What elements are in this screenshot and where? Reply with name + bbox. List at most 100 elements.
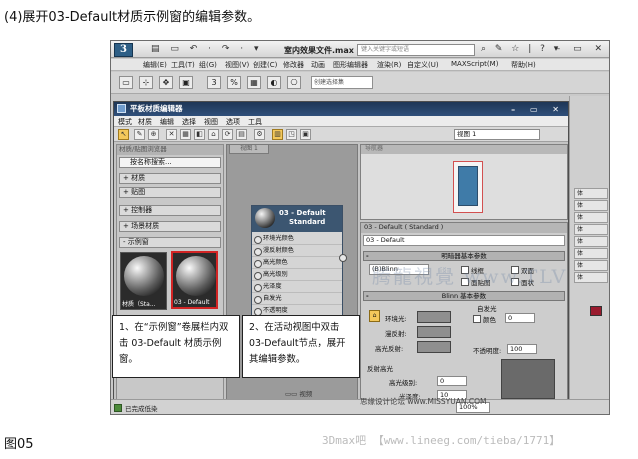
parameter-editor: 03 - Default ( Standard ) 03 - Default -… — [360, 222, 568, 412]
select-scale-icon[interactable]: ▣ — [179, 76, 193, 89]
command-panel-item[interactable]: 体 — [574, 248, 608, 259]
app-logo-icon[interactable]: 3 — [114, 43, 133, 57]
watermark: 腾龍視覺 www.TLVI.NET — [372, 266, 568, 288]
node-slot[interactable]: 环境光颜色 — [252, 234, 342, 245]
move-children-icon[interactable]: ▦ — [180, 129, 191, 140]
menu-customize[interactable]: 自定义(U) — [407, 60, 439, 70]
menu-rendering[interactable]: 渲染(R) — [377, 60, 401, 70]
sme-menu-select[interactable]: 选择 — [182, 117, 196, 127]
ambient-color-swatch[interactable] — [417, 311, 451, 323]
node-slot[interactable]: 自发光 — [252, 294, 342, 305]
select-move-icon[interactable]: ⊹ — [139, 76, 153, 89]
command-panel-item[interactable]: 体 — [574, 200, 608, 211]
menu-graph-editors[interactable]: 图形编辑器 — [333, 60, 368, 70]
sme-menu-bar: 模式 材质 编辑 选择 视图 选项 工具 — [114, 116, 568, 127]
shader-basic-params-rollout[interactable]: - 明暗器基本参数 — [363, 251, 565, 261]
opacity-input[interactable]: 100 — [507, 344, 537, 354]
named-selection-set-select[interactable]: 创建选择集 — [311, 76, 373, 89]
sample-slot-label: 03 - Default — [174, 299, 210, 306]
layout-all-icon[interactable]: ▤ — [236, 129, 247, 140]
info-center-icons[interactable]: ⌕ ✎ ☆ | ? ▾ — [481, 44, 561, 54]
material-node-03-default[interactable]: 03 - Default Standard 环境光颜色 漫反射颜色 高光颜色 高… — [251, 205, 347, 323]
pick-material-icon[interactable]: ✎ — [134, 129, 145, 140]
material-map-browser-icon[interactable]: ▥ — [272, 129, 283, 140]
command-panel-item[interactable]: 体 — [574, 188, 608, 199]
node-title-name: 03 - Default — [279, 209, 326, 217]
max-title-bar: 3 ▤ ▭ ↶ · ↷ · ▾ 室内效果文件.max 键入关键字或短语 ⌕ ✎ … — [111, 41, 609, 58]
select-object-icon[interactable]: ▭ — [119, 76, 133, 89]
put-to-scene-icon[interactable]: ⊕ — [148, 129, 159, 140]
self-illum-value-input[interactable]: 0 — [505, 313, 535, 323]
command-panel-item[interactable]: 体 — [574, 260, 608, 271]
node-slot[interactable]: 高光颜色 — [252, 258, 342, 269]
show-in-viewport-icon[interactable]: ⌂ — [208, 129, 219, 140]
browser-group-scene-materials[interactable]: + 场景材质 — [119, 221, 221, 232]
sme-title-bar: 平板材质编辑器 – ▭ ✕ — [114, 102, 568, 116]
menu-group[interactable]: 组(G) — [199, 60, 217, 70]
navigator-view-frame[interactable] — [453, 161, 483, 213]
lock-icon[interactable]: ⌂ — [369, 310, 380, 322]
browser-group-materials[interactable]: + 材质 — [119, 173, 221, 184]
menu-tools[interactable]: 工具(T) — [171, 60, 195, 70]
callout-step-1: 1、在“示例窗”卷展栏内双击 03-Default 材质示例窗。 — [112, 315, 240, 378]
menu-help[interactable]: 帮助(H) — [511, 60, 536, 70]
delete-icon[interactable]: ✕ — [166, 129, 177, 140]
command-panel-item[interactable]: 体 — [574, 236, 608, 247]
self-illum-color-checkbox[interactable]: 颜色 — [473, 314, 496, 324]
command-panel-item[interactable]: 体 — [574, 272, 608, 283]
sme-menu-utilities[interactable]: 工具 — [248, 117, 262, 127]
blinn-basic-params-rollout[interactable]: - Blinn 基本参数 — [363, 291, 565, 301]
select-tool-icon[interactable]: ↖ — [118, 129, 129, 140]
main-toolbar: ▭ ⊹ ✥ ▣ 3 % ▦ ◐ ⎔ 创建选择集 — [111, 72, 609, 94]
snap-3d-icon[interactable]: 3 — [207, 76, 221, 89]
menu-create[interactable]: 创建(C) — [253, 60, 277, 70]
menu-views[interactable]: 视图(V) — [225, 60, 249, 70]
object-color-swatch[interactable] — [590, 306, 602, 316]
max-window-controls[interactable]: – ▭ ✕ — [556, 44, 607, 54]
sme-menu-options[interactable]: 选项 — [226, 117, 240, 127]
menu-maxscript[interactable]: MAXScript(M) — [451, 60, 498, 68]
sample-slot-03-default[interactable]: 03 - Default — [171, 251, 218, 309]
layout-children-icon[interactable]: ⚙ — [254, 129, 265, 140]
quick-access-toolbar[interactable]: ▤ ▭ ↶ · ↷ · ▾ — [151, 44, 263, 54]
specular-level-input[interactable]: 0 — [437, 376, 467, 386]
view-tab[interactable]: 视图 1 — [229, 145, 269, 154]
node-output-socket[interactable] — [339, 254, 347, 262]
browser-search-input[interactable]: 按名称搜索... — [119, 157, 221, 168]
status-icon — [114, 404, 122, 412]
step-caption: (4)展开03-Default材质示例窗的编辑参数。 — [4, 10, 261, 25]
align-icon[interactable]: ◐ — [267, 76, 281, 89]
node-slot[interactable]: 高光级别 — [252, 270, 342, 281]
command-panel-item[interactable]: 体 — [574, 212, 608, 223]
percent-snap-icon[interactable]: % — [227, 76, 241, 89]
menu-edit[interactable]: 编辑(E) — [143, 60, 167, 70]
select-rotate-icon[interactable]: ✥ — [159, 76, 173, 89]
mirror-icon[interactable]: ▦ — [247, 76, 261, 89]
browser-group-sample-slots[interactable]: - 示例窗 — [119, 237, 221, 248]
max-menu-bar: 编辑(E) 工具(T) 组(G) 视图(V) 创建(C) 修改器 动画 图形编辑… — [111, 59, 609, 71]
browser-group-maps[interactable]: + 贴图 — [119, 187, 221, 198]
sme-menu-modes[interactable]: 模式 — [118, 117, 132, 127]
layer-icon[interactable]: ⎔ — [287, 76, 301, 89]
command-panel-item[interactable]: 体 — [574, 224, 608, 235]
parameter-editor-icon[interactable]: ◳ — [286, 129, 297, 140]
browser-group-controllers[interactable]: + 控制器 — [119, 205, 221, 216]
sme-menu-material[interactable]: 材质 — [138, 117, 152, 127]
specular-color-swatch[interactable] — [417, 341, 451, 353]
node-slot[interactable]: 漫反射颜色 — [252, 246, 342, 257]
hide-unused-icon[interactable]: ◧ — [194, 129, 205, 140]
node-slot[interactable]: 光泽度 — [252, 282, 342, 293]
select-by-material-icon[interactable]: ▣ — [300, 129, 311, 140]
search-input[interactable]: 键入关键字或短语 — [357, 44, 475, 56]
menu-animation[interactable]: 动画 — [311, 60, 325, 70]
command-panel: 体 体 体 体 体 体 体 体 — [569, 96, 609, 414]
show-end-result-icon[interactable]: ⟳ — [222, 129, 233, 140]
material-name-field[interactable]: 03 - Default — [363, 235, 565, 246]
view-select[interactable]: 视图 1 — [454, 129, 540, 140]
menu-modifiers[interactable]: 修改器 — [283, 60, 304, 70]
diffuse-color-swatch[interactable] — [417, 326, 451, 338]
sme-window-controls[interactable]: – ▭ ✕ — [511, 103, 565, 116]
sme-menu-view[interactable]: 视图 — [204, 117, 218, 127]
sample-slot[interactable]: 材质（Sta... — [120, 252, 167, 310]
sme-menu-edit[interactable]: 编辑 — [160, 117, 174, 127]
